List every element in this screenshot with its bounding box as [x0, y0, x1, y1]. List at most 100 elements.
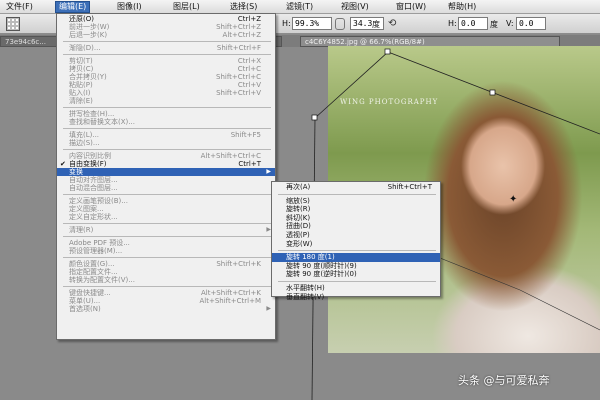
- menu-item-shortcut: Alt+Ctrl+Z: [222, 31, 261, 39]
- menu-item-label: 剪切(T): [69, 57, 93, 65]
- edit-menu-item[interactable]: 自动混合图层...: [57, 184, 275, 192]
- menu-item-label: 贴入(I): [69, 89, 91, 97]
- edit-menu-item[interactable]: 菜单(U)... Alt+Shift+Ctrl+M: [57, 297, 275, 305]
- menu-item-shortcut: Alt+Shift+Ctrl+C: [200, 152, 261, 160]
- menu-item-label: 变形(W): [286, 239, 313, 248]
- edit-menu-item[interactable]: 首选项(N) ▶: [57, 305, 275, 313]
- menu-item-label: 预设管理器(M)...: [69, 247, 123, 255]
- menu-window[interactable]: 窗口(W): [393, 1, 429, 13]
- height-label: H:: [282, 19, 291, 28]
- menu-view[interactable]: 视图(V): [338, 1, 372, 13]
- edit-menu-item[interactable]: 拼写检查(H)...: [57, 110, 275, 118]
- edit-menu-item[interactable]: 描边(S)...: [57, 139, 275, 147]
- menu-item-label: Adobe PDF 预设...: [69, 239, 130, 247]
- edit-menu-item[interactable]: 定义自定形状...: [57, 213, 275, 221]
- menu-item-label: 自动混合图层...: [69, 184, 118, 192]
- menu-item-label: 转换为配置文件(V)...: [69, 276, 135, 284]
- edit-menu-item[interactable]: 剪切(T) Ctrl+X: [57, 57, 275, 65]
- transform-menu-item[interactable]: 旋转 90 度(逆时针)(0): [272, 270, 440, 279]
- edit-menu-item[interactable]: 颜色设置(G)... Shift+Ctrl+K: [57, 260, 275, 268]
- menu-item-shortcut: Shift+Ctrl+F: [216, 44, 261, 52]
- edit-menu-item[interactable]: 定义画笔预设(B)...: [57, 197, 275, 205]
- menu-item-label: 变换: [69, 168, 83, 176]
- transform-menu-item[interactable]: 变形(W): [272, 240, 440, 249]
- menu-item-shortcut: Ctrl+T: [238, 160, 261, 168]
- edit-menu-item[interactable]: 自动对齐图层...: [57, 176, 275, 184]
- edit-menu-item[interactable]: 粘贴(P) Ctrl+V: [57, 81, 275, 89]
- edit-menu-item[interactable]: 后退一步(K) Alt+Ctrl+Z: [57, 31, 275, 39]
- menu-help[interactable]: 帮助(H): [445, 1, 479, 13]
- menu-item-label: 旋转 90 度(逆时针)(0): [286, 270, 357, 279]
- edit-menu-item[interactable]: 键盘快捷键... Alt+Shift+Ctrl+K: [57, 289, 275, 297]
- menu-item-label: 还原(O): [69, 15, 94, 23]
- menu-file[interactable]: 文件(F): [3, 1, 36, 13]
- menu-item-label: 旋转(R): [286, 205, 311, 214]
- submenu-arrow-icon: ▶: [266, 168, 271, 175]
- menu-item-label: 自动对齐图层...: [69, 176, 118, 184]
- edit-menu-item[interactable]: 合并拷贝(Y) Shift+Ctrl+C: [57, 73, 275, 81]
- menu-item-label: 定义画笔预设(B)...: [69, 197, 128, 205]
- menu-item-shortcut: Alt+Shift+Ctrl+M: [199, 297, 261, 305]
- rotation-center-icon[interactable]: ✦: [509, 194, 517, 205]
- edit-menu-item[interactable]: 转换为配置文件(V)...: [57, 276, 275, 284]
- edit-menu-item[interactable]: 前进一步(W) Shift+Ctrl+Z: [57, 23, 275, 31]
- menu-item-label: 填充(L)...: [69, 131, 100, 139]
- transform-menu-item[interactable]: 旋转 180 度(1): [272, 253, 440, 262]
- menu-item-label: 定义图案...: [69, 205, 104, 213]
- edit-menu-item[interactable]: 清除(E): [57, 97, 275, 105]
- transform-menu-item[interactable]: 垂直翻转(V): [272, 293, 440, 302]
- edit-menu-item[interactable]: 定义图案...: [57, 205, 275, 213]
- edit-menu-item[interactable]: 还原(O) Ctrl+Z: [57, 15, 275, 23]
- menu-item-label: 扭曲(D): [286, 222, 311, 231]
- edit-menu-item[interactable]: 查找和替换文本(X)...: [57, 118, 275, 126]
- watermark-text: 头条 @与可爱私奔: [458, 374, 550, 387]
- menu-item-label: 拼写检查(H)...: [69, 110, 115, 118]
- rotate-icon: ⟲: [388, 18, 397, 29]
- hskew-field[interactable]: 0.0: [458, 17, 488, 30]
- menu-item-label: 斜切(K): [286, 213, 311, 222]
- vskew-field[interactable]: 0.0: [516, 17, 546, 30]
- transform-menu-item[interactable]: 缩放(S): [272, 197, 440, 206]
- menu-item-label: 清理(R): [69, 226, 94, 234]
- transform-menu-item[interactable]: 旋转(R): [272, 205, 440, 214]
- edit-menu-item[interactable]: 拷贝(C) Ctrl+C: [57, 65, 275, 73]
- edit-menu-item[interactable]: 内容识别比例 Alt+Shift+Ctrl+C: [57, 152, 275, 160]
- menu-item-label: 清除(E): [69, 97, 93, 105]
- menu-item-label: 拷贝(C): [69, 65, 94, 73]
- edit-menu-item[interactable]: 变换 ▶: [57, 168, 275, 176]
- menu-image[interactable]: 图像(I): [114, 1, 145, 13]
- reference-point-icon[interactable]: [6, 17, 20, 31]
- link-icon[interactable]: [335, 18, 345, 30]
- menu-layer[interactable]: 图层(L): [170, 1, 203, 13]
- transform-menu-item[interactable]: 扭曲(D): [272, 222, 440, 231]
- transform-menu-item[interactable]: 透视(P): [272, 231, 440, 240]
- edit-menu-item[interactable]: 清理(R) ▶: [57, 226, 275, 234]
- menu-bar: 文件(F) 编辑(E) 图像(I) 图层(L) 选择(S) 滤镜(T) 视图(V…: [0, 0, 600, 14]
- transform-menu-item[interactable]: 水平翻转(H): [272, 284, 440, 293]
- edit-menu-item[interactable]: 指定配置文件...: [57, 268, 275, 276]
- edit-menu-item[interactable]: Adobe PDF 预设...: [57, 239, 275, 247]
- edit-menu-item[interactable]: 贴入(I) Shift+Ctrl+V: [57, 89, 275, 97]
- menu-select[interactable]: 选择(S): [227, 1, 260, 13]
- vskew-label: V:: [506, 19, 514, 28]
- edit-menu-item[interactable]: 填充(L)... Shift+F5: [57, 131, 275, 139]
- menu-item-label: 首选项(N): [69, 305, 101, 313]
- menu-item-label: 再次(A): [286, 183, 311, 191]
- menu-item-label: 透视(P): [286, 230, 310, 239]
- edit-menu-item[interactable]: 渐隐(D)... Shift+Ctrl+F: [57, 44, 275, 52]
- menu-item-shortcut: Shift+Ctrl+K: [216, 260, 261, 268]
- menu-item-label: 自由变换(F): [69, 160, 107, 168]
- angle-unit: 度: [372, 20, 380, 29]
- edit-menu-item[interactable]: 预设管理器(M)...: [57, 247, 275, 255]
- photo-caption: WING PHOTOGRAPHY: [340, 98, 439, 106]
- menu-item-label: 垂直翻转(V): [286, 292, 325, 301]
- menu-item-label: 指定配置文件...: [69, 268, 118, 276]
- menu-item-shortcut: Ctrl+V: [237, 81, 261, 89]
- transform-menu-item[interactable]: 再次(A) Shift+Ctrl+T: [272, 183, 440, 192]
- menu-filter[interactable]: 滤镜(T): [283, 1, 316, 13]
- checkmark-icon: ✔: [60, 160, 66, 168]
- height-field[interactable]: 99.3%: [292, 17, 332, 30]
- edit-menu-item[interactable]: ✔ 自由变换(F) Ctrl+T: [57, 160, 275, 168]
- menu-edit[interactable]: 编辑(E): [55, 1, 91, 13]
- menu-item-shortcut: Ctrl+C: [237, 65, 261, 73]
